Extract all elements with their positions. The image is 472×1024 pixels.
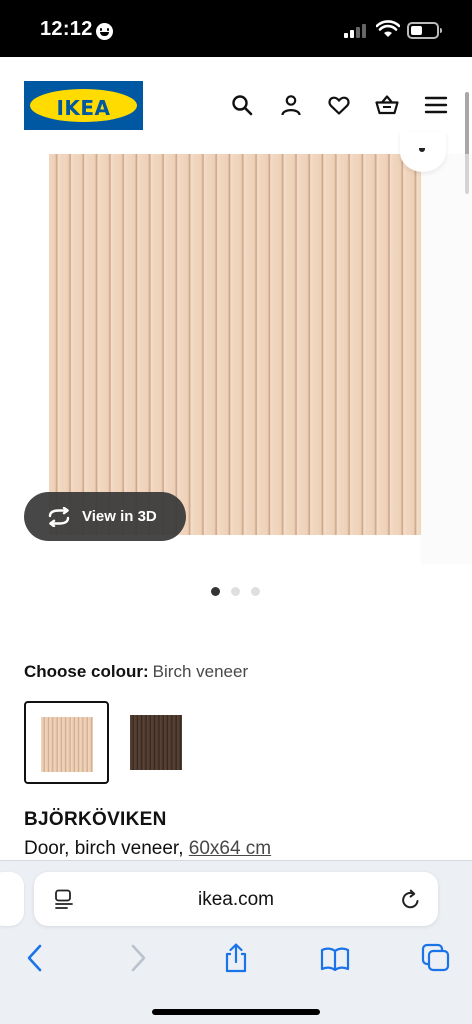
status-time: 12:12: [40, 18, 93, 40]
product-size-link[interactable]: 60x64 cm: [189, 838, 271, 859]
battery-icon: [407, 22, 442, 39]
wifi-icon: [376, 20, 400, 37]
gallery-dot[interactable]: [211, 587, 220, 596]
previous-tab-peek[interactable]: [0, 872, 24, 926]
browser-toolbar: ikea.com: [0, 860, 472, 1024]
reload-icon[interactable]: [400, 889, 422, 911]
logo-text: IKEA: [56, 96, 111, 120]
swatch-image: [41, 717, 93, 772]
rotate-3d-icon: [48, 507, 70, 527]
forward-icon[interactable]: [122, 943, 152, 973]
heart-icon[interactable]: [327, 93, 351, 117]
colour-chooser-heading: Choose colour: Birch veneer: [24, 662, 248, 682]
search-icon[interactable]: [230, 93, 254, 117]
address-bar[interactable]: ikea.com: [34, 872, 438, 926]
product-name: BJÖRKÖVIKEN: [24, 809, 167, 830]
colour-swatch-birch[interactable]: [24, 701, 109, 784]
colour-value: Birch veneer: [152, 662, 249, 681]
product-description: Door, birch veneer, 60x64 cm: [24, 838, 271, 860]
focus-mode-icon: [96, 23, 113, 40]
basket-icon[interactable]: [375, 93, 399, 117]
next-image-peek: [421, 154, 472, 564]
colour-swatch-dark[interactable]: [114, 701, 199, 784]
account-icon[interactable]: [279, 93, 303, 117]
gallery-dot[interactable]: [251, 587, 260, 596]
status-bar: 12:12: [0, 0, 472, 57]
back-icon[interactable]: [21, 943, 51, 973]
product-description-text: Door, birch veneer,: [24, 838, 184, 859]
product-image[interactable]: [49, 154, 421, 535]
menu-icon[interactable]: [424, 93, 448, 117]
view-in-3d-label: View in 3D: [82, 508, 157, 525]
view-in-3d-button[interactable]: View in 3D: [24, 492, 186, 541]
colour-label: Choose colour:: [24, 662, 149, 681]
save-to-list-button[interactable]: [400, 132, 446, 172]
swatch-image: [130, 715, 182, 770]
gallery-dot[interactable]: [231, 587, 240, 596]
bookmarks-icon[interactable]: [320, 943, 350, 973]
url-text: ikea.com: [197, 889, 275, 910]
cellular-signal-icon: [344, 22, 370, 38]
logo-oval: IKEA: [30, 89, 137, 122]
ikea-logo[interactable]: IKEA: [24, 81, 143, 130]
gallery-pagination: [211, 587, 263, 597]
tabs-icon[interactable]: [421, 943, 451, 973]
home-indicator[interactable]: [152, 1009, 320, 1015]
share-icon[interactable]: [221, 943, 251, 973]
